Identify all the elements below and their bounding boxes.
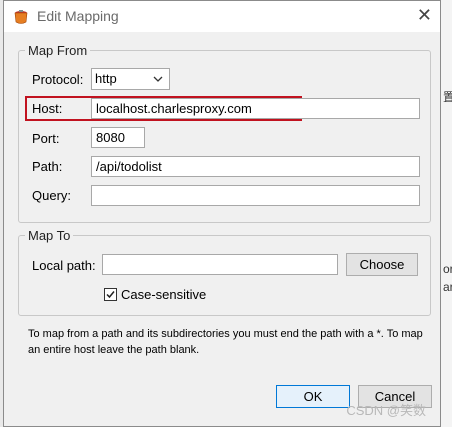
protocol-select[interactable]: http xyxy=(91,68,170,90)
background-text: ar xyxy=(443,280,452,294)
choose-button[interactable]: Choose xyxy=(346,253,418,276)
path-label: Path: xyxy=(32,159,63,174)
case-sensitive-label[interactable]: Case-sensitive xyxy=(121,287,206,302)
background-text: or xyxy=(443,262,452,276)
port-field[interactable]: 8080 xyxy=(91,127,145,148)
window-title: Edit Mapping xyxy=(37,8,119,24)
protocol-select-value: http xyxy=(95,71,117,86)
case-sensitive-checkbox[interactable] xyxy=(104,288,117,301)
host-field[interactable]: localhost.charlesproxy.com xyxy=(91,98,420,119)
close-icon[interactable]: ✕ xyxy=(417,6,432,24)
edit-mapping-dialog: Edit Mapping ✕ Map From Protocol: http H… xyxy=(3,0,441,427)
query-label: Query: xyxy=(32,188,72,203)
path-field[interactable]: /api/todolist xyxy=(91,156,420,177)
local-path-field[interactable] xyxy=(102,254,338,275)
host-label: Host: xyxy=(32,101,63,116)
checkmark-icon xyxy=(106,291,115,299)
chevron-down-icon xyxy=(153,76,163,82)
background-window-right xyxy=(440,0,452,427)
csdn-watermark: CSDN @笑数 xyxy=(346,403,426,418)
map-to-legend: Map To xyxy=(25,228,74,243)
charles-pot-icon xyxy=(14,10,28,24)
map-from-legend: Map From xyxy=(25,43,91,58)
query-field[interactable] xyxy=(91,185,420,206)
background-text: 置 xyxy=(443,90,452,104)
port-label: Port: xyxy=(32,131,60,146)
mapping-hint-text: To map from a path and its subdirectorie… xyxy=(28,328,423,356)
ok-button[interactable]: OK xyxy=(276,385,350,408)
local-path-label: Local path: xyxy=(32,258,96,273)
protocol-label: Protocol: xyxy=(32,72,84,87)
title-bar[interactable]: Edit Mapping ✕ xyxy=(4,1,440,32)
